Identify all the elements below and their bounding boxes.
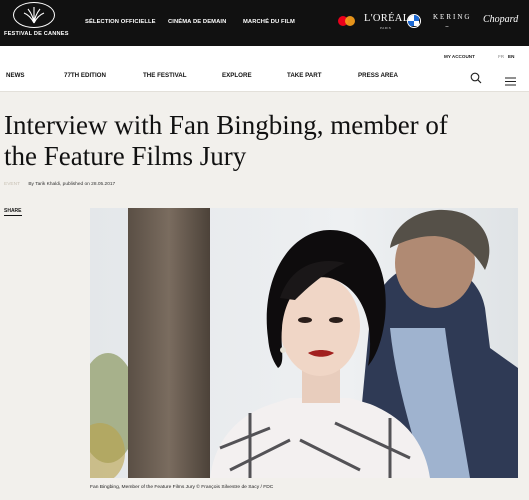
- logo-text: FESTIVAL DE CANNES: [4, 31, 69, 37]
- nav-77th-edition[interactable]: 77TH EDITION: [64, 72, 106, 79]
- article-photo: [90, 208, 518, 478]
- article-meta: Event By Tarik Khaldi, published on 28.0…: [4, 182, 115, 187]
- kering-owl-icon: ⌣: [445, 24, 449, 30]
- main-navbar: MY ACCOUNT FR EN NEWS 77TH EDITION THE F…: [0, 46, 529, 92]
- nav-cinema-de-demain[interactable]: CINÉMA DE DEMAIN: [168, 19, 226, 25]
- loreal-sub: PARIS: [380, 26, 392, 30]
- nav-explore[interactable]: EXPLORE: [222, 72, 252, 79]
- lang-en[interactable]: EN: [508, 54, 514, 59]
- loreal-logo[interactable]: L'ORÉAL: [364, 13, 409, 24]
- menu-icon[interactable]: [505, 73, 516, 86]
- photo-caption: Fan Bingbing, Member of the Feature Film…: [90, 485, 274, 490]
- lang-fr[interactable]: FR: [498, 54, 504, 59]
- search-icon[interactable]: [470, 71, 482, 84]
- share-button[interactable]: SHARE: [4, 208, 22, 216]
- mastercard-logo[interactable]: [338, 15, 356, 27]
- nav-the-festival[interactable]: THE FESTIVAL: [143, 72, 187, 79]
- top-bar: FESTIVAL DE CANNES SÉLECTION OFFICIELLE …: [0, 0, 529, 46]
- nav-news[interactable]: NEWS: [6, 72, 25, 79]
- kering-logo[interactable]: KERING: [433, 13, 471, 21]
- article-byline: By Tarik Khaldi, published on 28.05.2017: [28, 182, 116, 187]
- my-account-link[interactable]: MY ACCOUNT: [444, 54, 475, 59]
- chopard-logo[interactable]: Chopard: [483, 14, 518, 25]
- article-category[interactable]: Event: [4, 182, 20, 187]
- festival-logo[interactable]: FESTIVAL DE CANNES: [4, 2, 69, 44]
- nav-press-area[interactable]: PRESS AREA: [358, 72, 398, 79]
- nav-selection-officielle[interactable]: SÉLECTION OFFICIELLE: [85, 19, 156, 25]
- article-title: Interview with Fan Bingbing, member of t…: [4, 110, 448, 171]
- nav-take-part[interactable]: TAKE PART: [287, 72, 322, 79]
- nav-marche-du-film[interactable]: MARCHÉ DU FILM: [243, 19, 295, 25]
- palm-icon: [13, 2, 55, 28]
- bmw-logo[interactable]: [407, 14, 421, 28]
